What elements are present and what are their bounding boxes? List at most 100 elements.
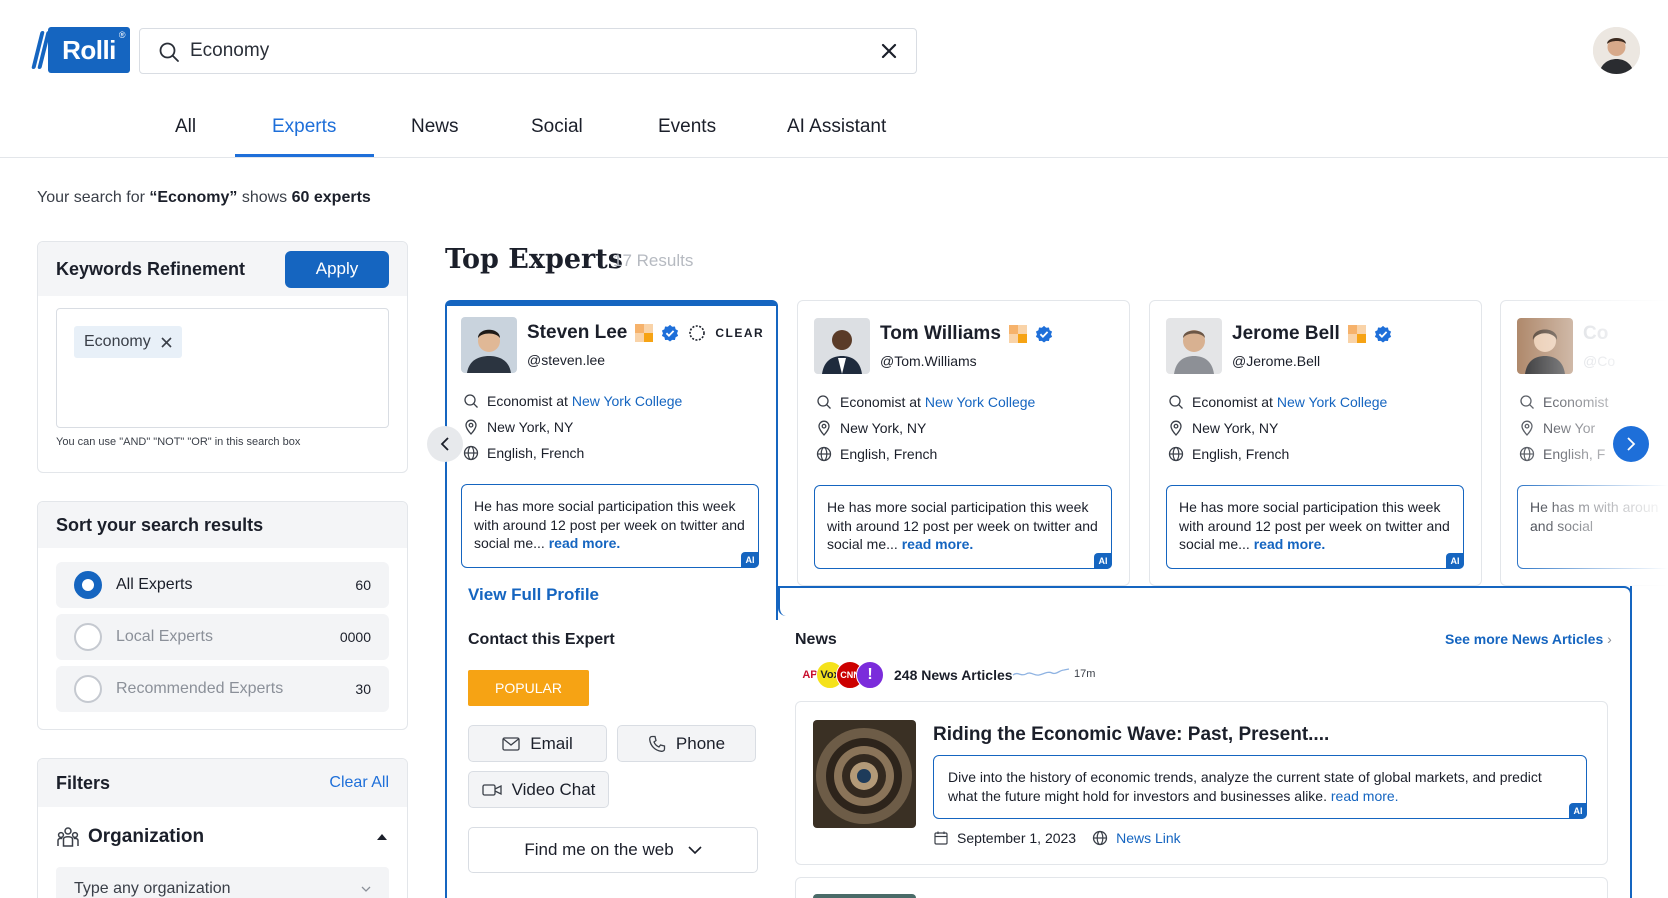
top-experts-title: Top Experts bbox=[445, 244, 623, 275]
organization-icon bbox=[57, 827, 79, 847]
globe-icon bbox=[463, 445, 479, 461]
org-link[interactable]: New York College bbox=[572, 393, 683, 409]
globe-icon bbox=[816, 446, 832, 462]
carousel-next-button[interactable] bbox=[1613, 426, 1649, 462]
read-more-link[interactable]: read more. bbox=[1254, 536, 1326, 552]
tab-news[interactable]: News bbox=[411, 116, 459, 138]
expert-photo bbox=[1166, 318, 1222, 374]
ai-summary: He has m with aroun and social bbox=[1517, 485, 1668, 569]
sort-option-recommended-experts[interactable]: Recommended Experts 30 bbox=[56, 666, 389, 712]
view-full-profile-link[interactable]: View Full Profile bbox=[468, 585, 599, 605]
tab-all[interactable]: All bbox=[175, 116, 196, 138]
ai-badge: AI bbox=[1446, 553, 1464, 569]
org-link[interactable]: New York College bbox=[925, 394, 1036, 410]
expert-role: Economist at New York College bbox=[463, 393, 682, 409]
read-more-link[interactable]: read more. bbox=[1331, 788, 1399, 804]
panel-title: Sort your search results bbox=[56, 514, 264, 535]
search-icon bbox=[1169, 395, 1183, 409]
chevron-left-icon bbox=[440, 437, 449, 451]
tab-experts[interactable]: Experts bbox=[272, 116, 336, 138]
news-article-card[interactable]: Riding the Economic Wave: Past, Present.… bbox=[795, 701, 1608, 865]
radio-button[interactable] bbox=[74, 571, 102, 599]
rolli-logo[interactable]: Rolli ® bbox=[31, 27, 130, 73]
ai-badge: AI bbox=[741, 552, 759, 568]
news-article-card[interactable] bbox=[795, 877, 1608, 898]
organization-filter-header[interactable]: Organization bbox=[38, 807, 407, 867]
globe-icon bbox=[1519, 446, 1535, 462]
tab-events[interactable]: Events bbox=[658, 116, 716, 138]
read-more-link[interactable]: read more. bbox=[549, 535, 621, 551]
find-me-on-web-dropdown[interactable]: Find me on the web bbox=[468, 827, 758, 873]
keywords-input[interactable]: Economy bbox=[56, 308, 389, 428]
video-camera-icon bbox=[481, 783, 502, 796]
clear-all-button[interactable]: Clear All bbox=[329, 774, 389, 792]
expert-card-jerome-bell[interactable]: Jerome Bell @Jerome.Bell Economist at Ne… bbox=[1149, 300, 1482, 586]
close-icon[interactable] bbox=[878, 40, 900, 62]
keywords-header: Keywords Refinement Apply bbox=[38, 242, 407, 296]
expert-card-steven-lee[interactable]: Steven Lee CLEAR @steven.lee Economist a… bbox=[445, 300, 778, 620]
radio-button[interactable] bbox=[74, 623, 102, 651]
article-headline[interactable]: Riding the Economic Wave: Past, Present.… bbox=[933, 724, 1329, 746]
org-link[interactable]: New York College bbox=[1277, 394, 1388, 410]
popular-badge: POPULAR bbox=[468, 670, 589, 706]
remove-chip-icon[interactable] bbox=[161, 336, 172, 348]
keywords-panel: Keywords Refinement Apply Economy You ca… bbox=[37, 241, 408, 473]
video-chat-button[interactable]: Video Chat bbox=[468, 771, 609, 808]
expert-languages: English, French bbox=[1168, 446, 1289, 462]
expert-handle: @Co bbox=[1583, 353, 1616, 369]
location-pin-icon bbox=[1170, 420, 1182, 436]
organization-select[interactable]: Type any organization bbox=[56, 867, 389, 898]
expert-name-row: Jerome Bell bbox=[1232, 323, 1392, 345]
news-link[interactable]: News Link bbox=[1116, 830, 1181, 846]
expert-location: New Yor bbox=[1519, 420, 1595, 436]
filters-panel: Filters Clear All Organization Type any … bbox=[37, 758, 408, 898]
search-icon bbox=[817, 395, 831, 409]
globe-icon bbox=[1168, 446, 1184, 462]
sort-option-local-experts[interactable]: Local Experts 0000 bbox=[56, 614, 389, 660]
expert-languages: English, French bbox=[463, 445, 584, 461]
search-icon bbox=[1520, 395, 1534, 409]
expert-name: Jerome Bell bbox=[1232, 323, 1340, 344]
expert-card-tom-williams[interactable]: Tom Williams @Tom.Williams Economist at … bbox=[797, 300, 1130, 586]
sort-count: 60 bbox=[355, 577, 371, 593]
expert-location: New York, NY bbox=[1168, 420, 1278, 436]
search-summary: Your search for “Economy” shows 60 exper… bbox=[37, 189, 371, 206]
news-time: 17m bbox=[1074, 668, 1096, 680]
keywords-hint: You can use "AND" "NOT" "OR" in this sea… bbox=[56, 436, 301, 448]
search-bar[interactable]: Economy bbox=[139, 28, 917, 74]
user-avatar[interactable] bbox=[1593, 27, 1640, 74]
caret-up-icon[interactable] bbox=[375, 832, 389, 842]
carousel-prev-button[interactable] bbox=[427, 426, 463, 462]
expert-role: Economist bbox=[1519, 394, 1608, 410]
tab-ai-assistant[interactable]: AI Assistant bbox=[787, 116, 886, 138]
apply-button[interactable]: Apply bbox=[285, 250, 389, 288]
clear-badge-icon bbox=[689, 325, 706, 341]
news-sources: AP Vox CNN ! bbox=[796, 661, 884, 689]
globe-icon bbox=[1092, 830, 1108, 846]
read-more-link[interactable]: read more. bbox=[902, 536, 974, 552]
filters-header: Filters Clear All bbox=[38, 759, 407, 807]
sort-option-all-experts[interactable]: All Experts 60 bbox=[56, 562, 389, 608]
radio-button[interactable] bbox=[74, 675, 102, 703]
sort-label: Recommended Experts bbox=[116, 680, 284, 697]
expert-role: Economist at New York College bbox=[1168, 394, 1387, 410]
chip-label: Economy bbox=[84, 333, 151, 350]
ai-summary: He has more social participation this we… bbox=[1166, 485, 1464, 569]
expert-handle: @Tom.Williams bbox=[880, 353, 977, 369]
email-button[interactable]: Email bbox=[468, 725, 607, 762]
expert-name: Steven Lee bbox=[527, 322, 628, 343]
expert-languages: English, French bbox=[816, 446, 937, 462]
expert-name: Co bbox=[1583, 323, 1609, 344]
trend-sparkline bbox=[1012, 668, 1070, 676]
search-input[interactable]: Economy bbox=[190, 29, 269, 73]
calendar-icon bbox=[934, 831, 948, 845]
article-meta: September 1, 2023 News Link bbox=[933, 830, 1181, 846]
sort-label: All Experts bbox=[116, 576, 193, 593]
location-pin-icon bbox=[818, 420, 830, 436]
see-more-news-link[interactable]: See more News Articles › bbox=[1445, 631, 1612, 647]
verified-icon bbox=[662, 324, 679, 342]
news-article-count: 248 News Articles bbox=[894, 667, 1013, 683]
article-thumbnail bbox=[813, 720, 916, 828]
tab-social[interactable]: Social bbox=[531, 116, 583, 138]
phone-button[interactable]: Phone bbox=[617, 725, 756, 762]
